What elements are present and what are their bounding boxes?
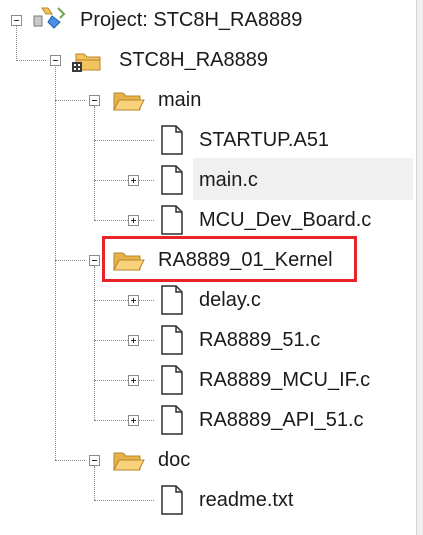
target-label[interactable]: STC8H_RA8889 — [116, 47, 271, 73]
tree-line — [94, 106, 95, 220]
tree-line — [94, 340, 154, 341]
tree-line — [94, 380, 154, 381]
file-label[interactable]: RA8889_MCU_IF.c — [196, 367, 373, 393]
file-label[interactable]: main.c — [196, 167, 261, 193]
tree-line — [94, 500, 154, 501]
scrollbar-track[interactable] — [417, 0, 423, 535]
target-folder-icon — [70, 46, 106, 79]
file-icon — [160, 485, 184, 520]
tree-line — [55, 65, 56, 460]
file-icon — [160, 365, 184, 400]
tree-line — [94, 140, 154, 141]
collapse-toggle[interactable] — [50, 55, 61, 66]
file-icon — [160, 325, 184, 360]
file-icon — [160, 165, 184, 200]
tree-line — [55, 100, 85, 101]
highlight-annotation — [102, 236, 357, 282]
tree-line — [94, 466, 95, 500]
expand-toggle[interactable] — [128, 375, 139, 386]
tree-line — [55, 260, 85, 261]
file-icon — [160, 205, 184, 240]
file-label[interactable]: STARTUP.A51 — [196, 127, 332, 153]
tree-line — [16, 60, 46, 61]
tree-line — [16, 25, 17, 61]
group-label[interactable]: doc — [155, 447, 193, 473]
folder-open-icon — [110, 86, 146, 119]
expand-toggle[interactable] — [128, 215, 139, 226]
collapse-toggle[interactable] — [89, 95, 100, 106]
expand-toggle[interactable] — [128, 295, 139, 306]
tree-line — [94, 180, 154, 181]
file-label[interactable]: RA8889_51.c — [196, 327, 323, 353]
file-icon — [160, 285, 184, 320]
file-label[interactable]: readme.txt — [196, 487, 296, 513]
file-label[interactable]: MCU_Dev_Board.c — [196, 207, 374, 233]
file-label[interactable]: delay.c — [196, 287, 264, 313]
expand-toggle[interactable] — [128, 415, 139, 426]
file-label[interactable]: RA8889_API_51.c — [196, 407, 367, 433]
file-icon — [160, 405, 184, 440]
tree-line — [94, 300, 154, 301]
tree-line — [94, 420, 154, 421]
file-icon — [160, 125, 184, 160]
tree-line — [55, 460, 85, 461]
group-label[interactable]: main — [155, 87, 204, 113]
collapse-toggle[interactable] — [11, 15, 22, 26]
project-icon — [30, 4, 70, 39]
tree-line — [94, 266, 95, 420]
collapse-toggle[interactable] — [89, 455, 100, 466]
tree-line — [94, 220, 154, 221]
collapse-toggle[interactable] — [89, 255, 100, 266]
expand-toggle[interactable] — [128, 335, 139, 346]
folder-open-icon — [110, 446, 146, 479]
expand-toggle[interactable] — [128, 175, 139, 186]
project-tree-pane: Project: STC8H_RA8889 STC8H_RA8889 main … — [0, 0, 416, 535]
project-root-label[interactable]: Project: STC8H_RA8889 — [77, 7, 305, 33]
